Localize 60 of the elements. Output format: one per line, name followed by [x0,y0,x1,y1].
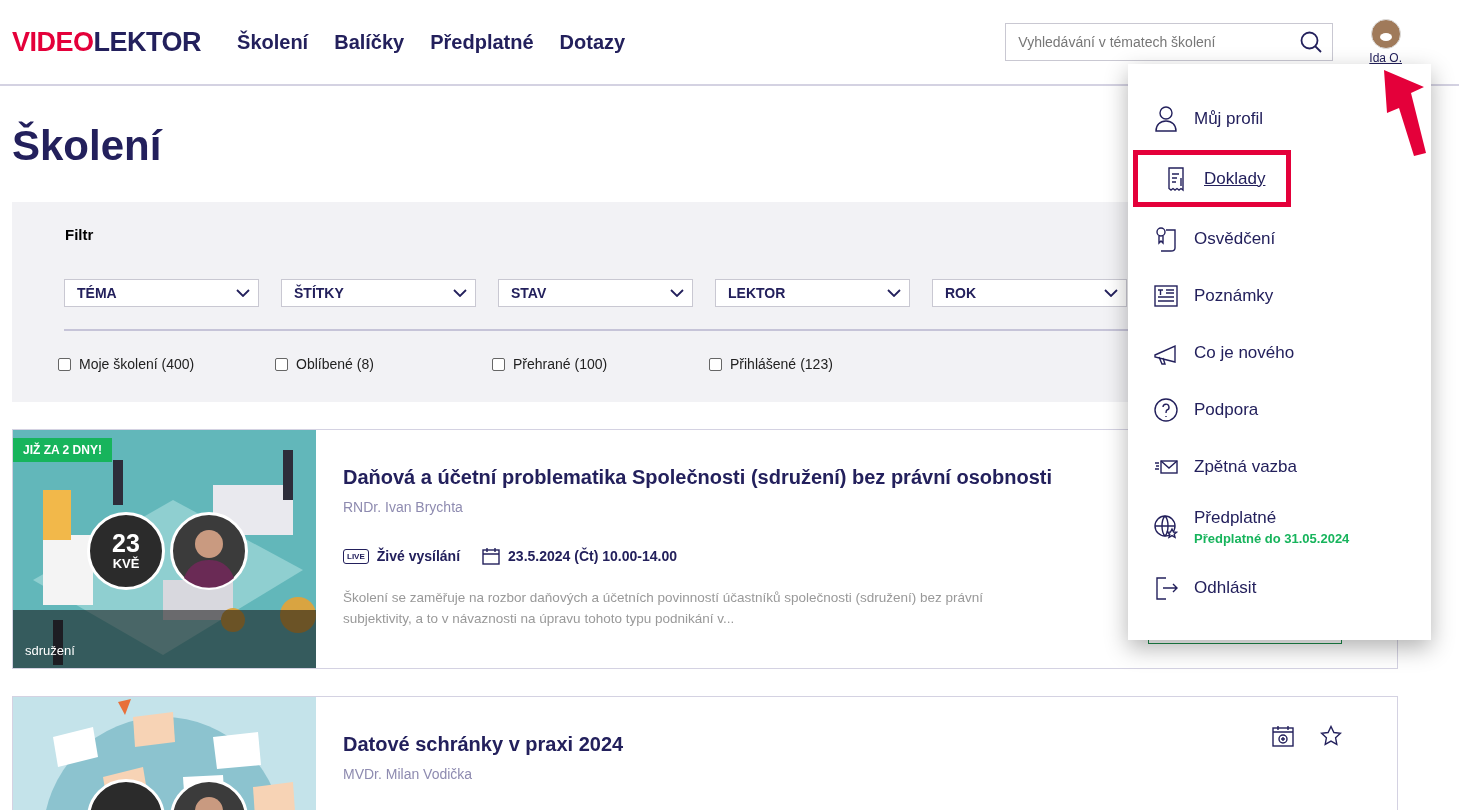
chevron-icon [887,289,901,297]
checkbox-label: Moje školení [79,356,158,372]
subscription-note: Předplatné do 31.05.2024 [1194,531,1350,546]
chevron-icon [670,289,684,297]
page-title: Školení [12,122,164,170]
menu-label: Předplatné [1194,508,1278,528]
menu-item[interactable]: Podpora [1138,381,1431,438]
search-field[interactable]: Vyhledávání v tématech školení [1005,23,1334,61]
training-card[interactable]: Datové schránky v praxi 2024 MVDr. Milan Vodička [12,696,1398,810]
training-title[interactable]: Datové schránky v praxi 2024 [343,733,1370,756]
filter-select[interactable]: LEKTOR [715,279,910,307]
category-label: sdružení [25,643,75,658]
nav-link[interactable]: Dotazy [559,30,626,54]
filter-select[interactable]: ŠTÍTKY [281,279,476,307]
checkbox-label: Přehrané [513,356,571,372]
star-icon[interactable] [1320,725,1342,747]
menu-item[interactable]: Můj profil [1138,90,1431,147]
checkbox[interactable] [709,357,722,371]
logo[interactable]: VIDEOLEKTOR [12,26,202,58]
menu-item[interactable]: Doklady [1133,150,1291,207]
filter-select[interactable]: ROK [932,279,1127,307]
menu-item[interactable]: Odhlásit [1138,559,1431,616]
nav-link[interactable]: Balíčky [334,30,405,54]
search-icon[interactable] [1300,31,1323,53]
filter-select[interactable]: STAV [498,279,693,307]
chevron-icon [1104,289,1118,297]
checkbox-label: Oblíbené [296,356,353,372]
checkbox[interactable] [58,357,71,371]
menu-item[interactable]: Co je nového [1138,324,1431,381]
menu-icon [1152,513,1180,541]
checkbox-count: (100) [574,356,608,372]
checkbox-label: Přihlášené [730,356,797,372]
checkbox[interactable] [275,357,288,371]
menu-item[interactable]: Osvědčení [1138,210,1431,267]
checkbox-count: (8) [356,356,374,372]
nav-link[interactable]: Školení [237,30,309,54]
live-badge: LIVE [343,548,369,564]
lecturer-name: RNDr. Ivan Brychta [343,499,464,515]
training-date: 23.5.2024 (Čt) 10.00-14.00 [508,548,677,564]
chevron-icon [236,289,250,297]
calendar-icon [482,547,501,565]
checkbox-count: (400) [161,356,195,372]
filter-title: Filtr [65,226,94,243]
calendar-add-icon[interactable] [1272,725,1294,747]
filter-select[interactable]: TÉMA [64,279,259,307]
checkbox-count: (123) [800,356,833,372]
avatar[interactable] [1370,19,1401,49]
menu-item[interactable]: Předplatné Předplatné do 31.05.2024 [1138,495,1431,559]
broadcast-mode: Živé vysílání [376,548,461,564]
chevron-icon [453,289,467,297]
deadline-badge: JIŽ ZA 2 DNY! [13,438,112,462]
menu-item[interactable]: Poznámky [1138,267,1431,324]
nav-link[interactable]: Předplatné [430,30,534,54]
training-description: Školení se zaměřuje na rozbor daňových a účetních povinností účastníků společnosti (sdružení) bez právní subjektivity, a to v návaznosti na úpravu tohoto typu podnikání v... [343,589,985,628]
menu-icon [1152,395,1180,424]
lecturer-name: MVDr. Milan Vodička [343,766,474,782]
user-name[interactable]: Ida O. [1369,51,1402,65]
menu-item[interactable]: Zpětná vazba [1138,438,1431,495]
checkbox[interactable] [492,357,505,371]
menu-icon [1152,104,1180,133]
